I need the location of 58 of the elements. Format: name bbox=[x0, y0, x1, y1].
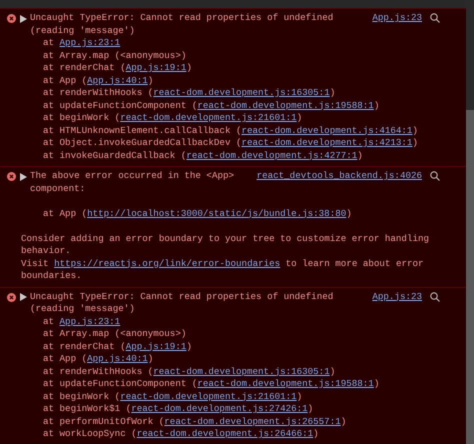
stack-frame: at renderWithHooks (react-dom.development.js:16305:1) bbox=[21, 87, 422, 100]
stack-frame: at updateFunctionComponent (react-dom.development.js:19588:1) bbox=[21, 100, 422, 112]
search-icon[interactable] bbox=[430, 13, 440, 23]
source-link[interactable]: App.js:23 bbox=[372, 12, 422, 24]
stack-frame: at beginWork (react-dom.development.js:21601:1) bbox=[21, 112, 422, 124]
stack-frame: at workLoopSync (react-dom.development.js:26466:1) bbox=[21, 428, 422, 440]
stack-frame: at renderChat (App.js:19:1) bbox=[21, 62, 422, 74]
error-message-text: The above error occurred in the <App> component: bbox=[30, 170, 235, 195]
error-icon bbox=[7, 14, 16, 23]
stack-frame: at beginWork$1 (react-dom.development.js:27426:1) bbox=[21, 403, 422, 416]
search-icon[interactable] bbox=[430, 292, 440, 302]
source-link[interactable]: react-dom.development.js:26466:1 bbox=[136, 428, 314, 439]
stack-frame: at App (http://localhost:3000/static/js/bundle.js:38:80) bbox=[21, 208, 422, 220]
source-link[interactable]: react-dom.development.js:19588:1 bbox=[197, 100, 374, 110]
stack-frame: at Array.map (<anonymous>) bbox=[21, 50, 422, 62]
error-message-text: Uncaught TypeError: Cannot read properties of undefined (reading 'message') bbox=[30, 290, 334, 316]
source-link[interactable]: react-dom.development.js:16305:1 bbox=[153, 87, 330, 98]
source-link[interactable]: App.js:19:1 bbox=[126, 62, 186, 73]
source-link[interactable]: App.js:23 bbox=[372, 290, 422, 303]
expand-triangle-icon[interactable] bbox=[20, 14, 27, 22]
stack-frame: at renderWithHooks (react-dom.development.js:16305:1) bbox=[21, 366, 422, 378]
source-link[interactable]: react-dom.development.js:4277:1 bbox=[186, 150, 358, 160]
error-message-text: Consider adding an error boundary to your tree to customize error handling behavior. Visit https://reactjs.org/link/error-boundaries to learn more about error boundaries. bbox=[21, 232, 430, 282]
error-message-text: Uncaught TypeError: Cannot read properties of undefined (reading 'message') bbox=[30, 12, 334, 37]
stack-frame: at beginWork (react-dom.development.js:21601:1) bbox=[21, 390, 422, 403]
expand-triangle-icon[interactable] bbox=[20, 172, 27, 180]
source-link[interactable]: App.js:23:1 bbox=[60, 37, 120, 48]
stack-frame: at Array.map (<anonymous>) bbox=[21, 328, 422, 340]
source-link[interactable]: App.js:23:1 bbox=[60, 316, 120, 326]
source-link[interactable]: react-dom.development.js:4213:1 bbox=[241, 137, 412, 148]
stack-frame: at updateFunctionComponent (react-dom.development.js:19588:1) bbox=[21, 378, 422, 390]
stack-frame: at renderChat (App.js:19:1) bbox=[21, 340, 422, 353]
source-link[interactable]: App.js:19:1 bbox=[126, 340, 186, 352]
docs-link[interactable]: https://reactjs.org/link/error-boundaries bbox=[54, 258, 280, 268]
source-link[interactable]: react-dom.development.js:21601:1 bbox=[120, 390, 297, 402]
stack-frame: at invokeGuardedCallback (react-dom.development.js:4277:1) bbox=[21, 150, 422, 162]
source-link[interactable]: http://localhost:3000/static/js/bundle.js:38:80 bbox=[87, 208, 346, 218]
source-link[interactable]: react-dom.development.js:26557:1 bbox=[164, 416, 341, 426]
source-link[interactable]: react-dom.development.js:19588:1 bbox=[197, 378, 374, 389]
stack-frame: at Object.invokeGuardedCallbackDev (react-dom.development.js:4213:1) bbox=[21, 137, 422, 150]
source-link[interactable]: react-dom.development.js:4164:1 bbox=[241, 124, 412, 136]
stack-frame: at HTMLUnknownElement.callCallback (react-dom.development.js:4164:1) bbox=[21, 124, 422, 137]
source-link[interactable]: App.js:40:1 bbox=[87, 74, 148, 86]
error-icon bbox=[7, 172, 16, 181]
source-link[interactable]: react-dom.development.js:21601:1 bbox=[120, 112, 297, 123]
stack-frame: at App (App.js:40:1) bbox=[21, 353, 422, 366]
stack-frame: at App.js:23:1 bbox=[21, 316, 422, 328]
stack-frame: at App (App.js:40:1) bbox=[21, 74, 422, 87]
expand-triangle-icon[interactable] bbox=[20, 293, 27, 301]
stack-frame: at performUnitOfWork (react-dom.development.js:26557:1) bbox=[21, 416, 422, 428]
error-icon bbox=[7, 292, 16, 302]
source-link[interactable]: react-dom.development.js:27426:1 bbox=[131, 403, 308, 414]
source-link[interactable]: App.js:40:1 bbox=[87, 353, 148, 364]
source-link[interactable]: react_devtools_backend.js:4026 bbox=[256, 170, 422, 182]
stack-frame: at App.js:23:1 bbox=[21, 37, 422, 50]
search-icon[interactable] bbox=[430, 171, 440, 181]
source-link[interactable]: react-dom.development.js:16305:1 bbox=[153, 366, 330, 376]
scrollbar-thumb[interactable] bbox=[466, 110, 474, 444]
